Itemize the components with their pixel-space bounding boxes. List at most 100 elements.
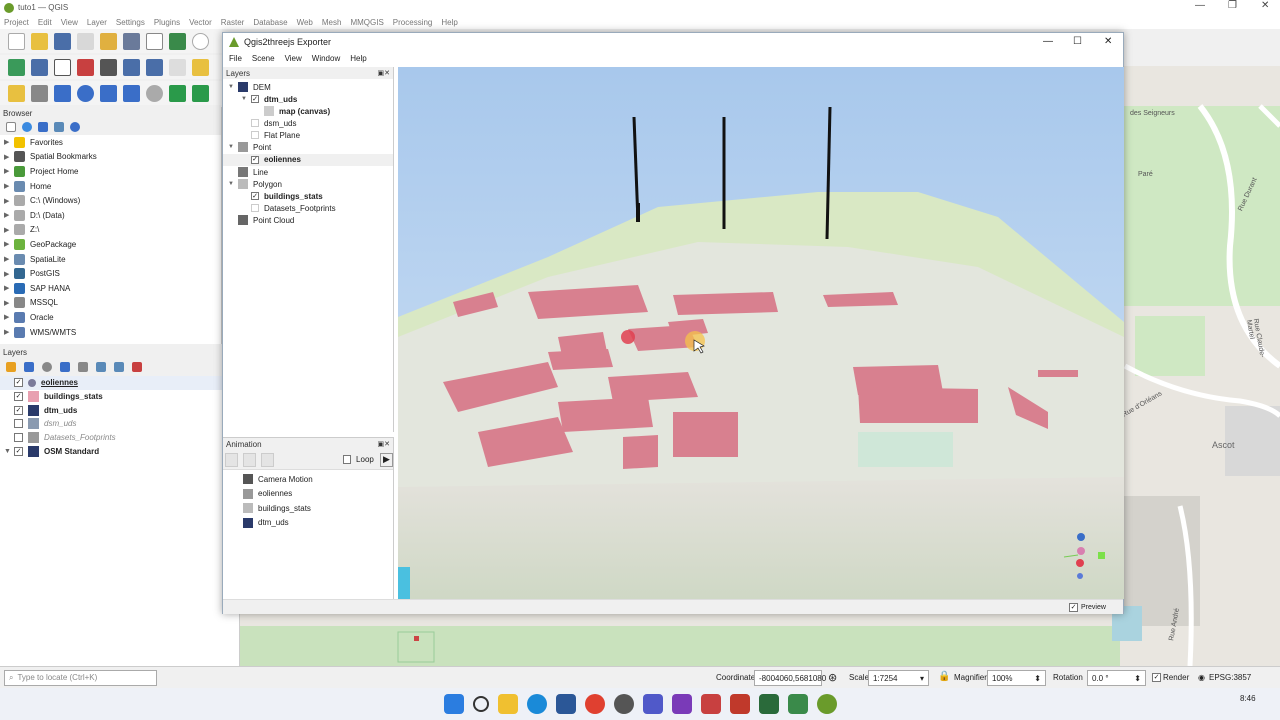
- qgis-taskbar-icon[interactable]: [816, 694, 837, 714]
- tree-expand-icon[interactable]: ▼: [228, 84, 238, 90]
- expand-arrow-icon[interactable]: ▶: [4, 138, 14, 146]
- taskbar-search-icon[interactable]: [472, 696, 489, 712]
- browser-item[interactable]: ▶ Z:\: [0, 223, 221, 238]
- print-layout-icon[interactable]: [77, 32, 94, 50]
- dialog-tree-item[interactable]: ✓ eoliennes: [223, 153, 393, 166]
- browser-item[interactable]: ▶ PostGIS: [0, 266, 221, 281]
- browser-item[interactable]: ▶ SpatiaLite: [0, 252, 221, 267]
- add-group-icon[interactable]: [24, 362, 34, 372]
- browser-item[interactable]: ▶ Home: [0, 179, 221, 194]
- edit-keyframe-icon[interactable]: [243, 452, 257, 467]
- play-button[interactable]: ▶: [379, 452, 393, 467]
- dialog-menu-window[interactable]: Window: [312, 54, 340, 63]
- crs-label[interactable]: EPSG:3857: [1209, 673, 1251, 682]
- menu-raster[interactable]: Raster: [221, 18, 245, 27]
- dialog-tree-item[interactable]: ▼ Polygon: [223, 178, 393, 190]
- menu-plugins[interactable]: Plugins: [154, 18, 180, 27]
- menu-vector[interactable]: Vector: [189, 18, 212, 27]
- tree-checkbox[interactable]: ✓: [251, 192, 259, 200]
- animation-item[interactable]: eoliennes: [223, 487, 393, 502]
- settings-gear-icon[interactable]: [146, 84, 163, 102]
- dialog-minimize-icon[interactable]: —: [1043, 36, 1053, 47]
- edge-icon[interactable]: [526, 694, 547, 714]
- dialog-tree-item[interactable]: ▼ Point: [223, 141, 393, 154]
- app-purple-icon[interactable]: [671, 694, 692, 714]
- minimize-icon[interactable]: —: [1195, 0, 1205, 11]
- refresh-icon[interactable]: [22, 122, 32, 132]
- layer-db-icon[interactable]: [31, 58, 48, 76]
- expand-arrow-icon[interactable]: ▶: [4, 182, 14, 190]
- dialog-tree-item[interactable]: ✓ buildings_stats: [223, 190, 393, 202]
- menu-project[interactable]: Project: [4, 18, 29, 27]
- layer-item[interactable]: ✓ buildings_stats: [0, 390, 239, 404]
- layer-item[interactable]: ✓ eoliennes: [0, 376, 239, 390]
- dialog-menu-help[interactable]: Help: [350, 54, 366, 63]
- node-tool-icon[interactable]: [31, 84, 48, 102]
- browser-item[interactable]: ▶ WMS/WMTS: [0, 325, 221, 340]
- browser-item[interactable]: ▶ Oracle: [0, 310, 221, 325]
- collapse-layers-icon[interactable]: [114, 362, 124, 372]
- tree-expand-icon[interactable]: ▼: [228, 181, 238, 187]
- remove-layer-icon[interactable]: [132, 362, 142, 372]
- dialog-tree-item[interactable]: Datasets_Footprints: [223, 202, 393, 214]
- expand-arrow-icon[interactable]: ▶: [4, 153, 14, 161]
- dialog-tree-item[interactable]: Line: [223, 166, 393, 178]
- remove-keyframe-icon[interactable]: [261, 452, 275, 467]
- browser-item[interactable]: ▶ SAP HANA: [0, 281, 221, 296]
- menu-mmqgis[interactable]: MMQGIS: [350, 18, 383, 27]
- dialog-tree-item[interactable]: Flat Plane: [223, 129, 393, 141]
- toggle-edit-icon[interactable]: [100, 58, 117, 76]
- expand-arrow-icon[interactable]: ▶: [4, 211, 14, 219]
- layout-manager-icon[interactable]: [100, 32, 117, 50]
- preview-checkbox[interactable]: ✓: [1069, 603, 1078, 612]
- layer-checkbox[interactable]: ✓: [14, 446, 23, 456]
- edit-pencil-icon[interactable]: [77, 58, 94, 76]
- locate-input[interactable]: ⌕ Type to locate (Ctrl+K): [4, 669, 157, 686]
- menu-database[interactable]: Database: [253, 18, 287, 27]
- pencil-icon[interactable]: [192, 58, 209, 76]
- select-circle-icon[interactable]: [77, 84, 94, 102]
- loop-checkbox[interactable]: [343, 455, 352, 464]
- eye-icon[interactable]: [42, 362, 52, 372]
- expression-filter-icon[interactable]: [78, 362, 88, 372]
- tree-expand-icon[interactable]: ▼: [228, 144, 238, 150]
- layer-expand-icon[interactable]: ▼: [4, 448, 14, 455]
- dialog-tree-item[interactable]: ▼ ✓ dtm_uds: [223, 93, 393, 105]
- select-freehand-icon[interactable]: [123, 84, 140, 102]
- tree-checkbox[interactable]: [251, 119, 259, 127]
- dialog-menu-scene[interactable]: Scene: [252, 54, 275, 63]
- app-green-icon[interactable]: [758, 694, 779, 714]
- close-icon[interactable]: ✕: [1261, 0, 1269, 11]
- filter-legend-icon[interactable]: [60, 362, 70, 372]
- animation-float-close-icon[interactable]: ▣✕: [378, 440, 390, 448]
- layer-checkbox[interactable]: ✓: [14, 378, 23, 388]
- expand-arrow-icon[interactable]: ▶: [4, 299, 14, 307]
- browser-item[interactable]: ▶ GeoPackage: [0, 237, 221, 252]
- measure-icon[interactable]: [8, 84, 25, 102]
- chat-icon[interactable]: [613, 694, 634, 714]
- coordinate-field[interactable]: -8004060,5681080: [754, 670, 826, 686]
- vector-v-icon[interactable]: [54, 58, 71, 76]
- lock-icon[interactable]: 🔒: [938, 671, 950, 682]
- menu-processing[interactable]: Processing: [393, 18, 433, 27]
- browser-item[interactable]: ▶ D:\ (Data): [0, 208, 221, 223]
- layer-checkbox[interactable]: ✓: [14, 405, 23, 415]
- browser-item[interactable]: ▶ Favorites: [0, 135, 221, 150]
- filezilla-icon[interactable]: [729, 694, 750, 714]
- grid-icon[interactable]: [123, 58, 140, 76]
- filter-icon[interactable]: [38, 122, 48, 132]
- browser-item[interactable]: ▶ Spatial Bookmarks: [0, 150, 221, 165]
- teams-icon[interactable]: [642, 694, 663, 714]
- pan-hand-icon[interactable]: [146, 32, 163, 50]
- identify-icon[interactable]: [192, 84, 209, 102]
- add-selected-icon[interactable]: [6, 122, 16, 132]
- menu-help[interactable]: Help: [441, 18, 457, 27]
- scale-field[interactable]: 1:7254 ▾: [868, 670, 929, 686]
- style-brush-icon[interactable]: [6, 362, 16, 372]
- dialog-tree-item[interactable]: ▼ DEM: [223, 81, 393, 93]
- dialog-close-icon[interactable]: ✕: [1104, 36, 1112, 47]
- animation-item[interactable]: buildings_stats: [223, 501, 393, 516]
- tree-checkbox[interactable]: ✓: [251, 95, 259, 103]
- pdf-icon[interactable]: [700, 694, 721, 714]
- new-project-icon[interactable]: [8, 32, 25, 50]
